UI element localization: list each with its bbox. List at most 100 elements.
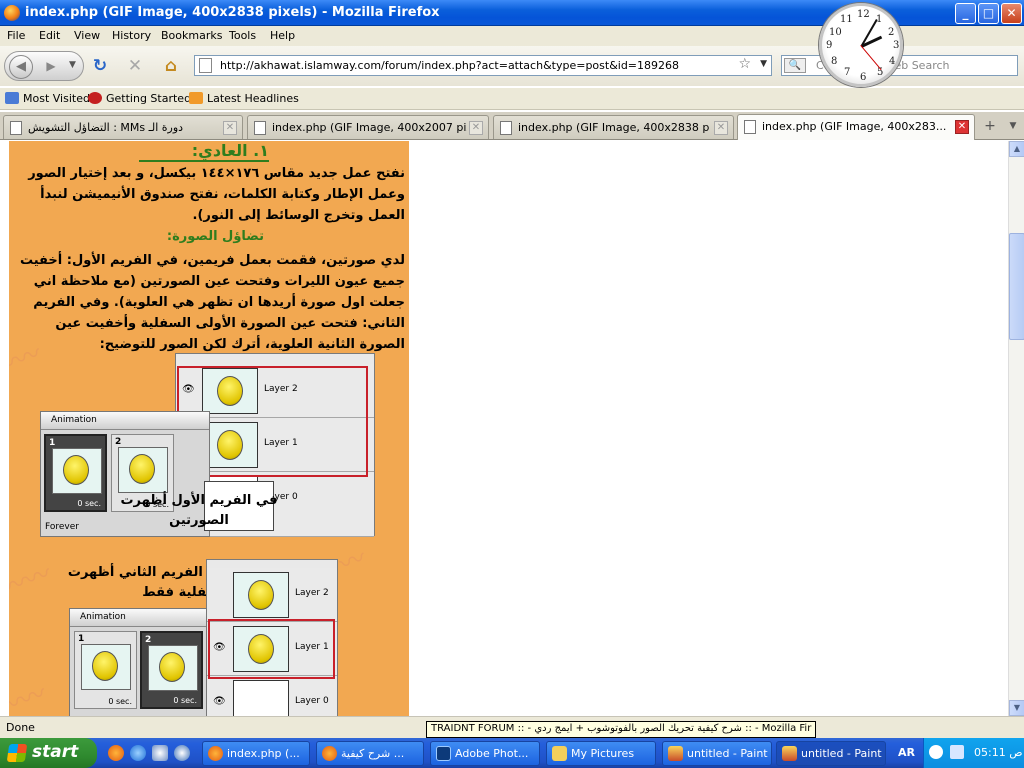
animation-header: Animation bbox=[70, 609, 206, 627]
smiley-image bbox=[129, 454, 155, 484]
taskbar-item-photoshop[interactable]: Adobe Phot... bbox=[430, 741, 540, 766]
menu-view[interactable]: View bbox=[74, 29, 100, 42]
history-dropdown-icon[interactable]: ▼ bbox=[69, 60, 76, 70]
bookmark-getting-started[interactable]: Getting Started bbox=[88, 92, 191, 105]
getting-started-icon bbox=[88, 92, 102, 104]
url-text[interactable]: http://akhawat.islamway.com/forum/index.… bbox=[220, 59, 679, 72]
highlight-box bbox=[208, 619, 335, 679]
frame-thumbnail bbox=[52, 448, 102, 494]
scroll-thumb[interactable] bbox=[1009, 233, 1024, 340]
menu-history[interactable]: History bbox=[112, 29, 151, 42]
bookmark-label: Most Visited bbox=[23, 92, 90, 105]
tray-expand-icon[interactable] bbox=[929, 745, 943, 759]
bookmark-star-icon[interactable]: ☆ bbox=[738, 56, 751, 72]
taskbar-item-label: شرح كيفية ... bbox=[341, 747, 405, 760]
volume-icon[interactable] bbox=[950, 745, 964, 759]
status-text: Done bbox=[6, 721, 35, 734]
bookmark-latest-headlines[interactable]: Latest Headlines bbox=[189, 92, 299, 105]
taskbar-item-paint-1[interactable]: untitled - Paint bbox=[662, 741, 772, 766]
smiley-image bbox=[63, 455, 89, 485]
scroll-down-icon[interactable]: ▼ bbox=[1009, 700, 1024, 716]
back-button[interactable]: ◀ bbox=[9, 55, 33, 79]
tab-1[interactable]: التضاؤل التشويش : MMs دورة الـ ✕ bbox=[3, 115, 243, 139]
photoshop-icon bbox=[436, 746, 451, 761]
smiley-image bbox=[92, 651, 118, 681]
sub-heading: تضاؤل الصورة: bbox=[166, 229, 264, 244]
maximize-button[interactable]: □ bbox=[978, 3, 999, 24]
search-engine-icon[interactable]: 🔍 bbox=[784, 58, 806, 73]
section-heading: ١. العادي: bbox=[139, 141, 269, 162]
animation-label: Animation bbox=[80, 612, 126, 622]
start-label: start bbox=[32, 742, 79, 762]
vertical-scrollbar[interactable]: ▲ ▼ bbox=[1008, 141, 1024, 716]
tab-list-icon[interactable]: ▼ bbox=[1004, 117, 1022, 137]
menu-bookmarks[interactable]: Bookmarks bbox=[161, 29, 222, 42]
tab-close-icon[interactable]: ✕ bbox=[955, 120, 969, 134]
show-desktop-icon[interactable] bbox=[152, 745, 168, 761]
frame-delay: 0 sec. bbox=[77, 499, 101, 508]
smiley-image bbox=[248, 580, 274, 610]
caption-2: في الفريم الثاني أظهرت السفلية فقط bbox=[67, 565, 229, 600]
new-tab-icon[interactable]: + bbox=[980, 117, 1000, 137]
tab-page-icon bbox=[10, 121, 22, 135]
reload-icon[interactable]: ↻ bbox=[89, 55, 111, 77]
bookmark-label: Latest Headlines bbox=[207, 92, 299, 105]
clock-number: 8 bbox=[831, 56, 838, 67]
paint-icon bbox=[668, 746, 683, 761]
taskbar-item-paint-2[interactable]: untitled - Paint bbox=[776, 741, 886, 766]
clock-widget: 12 1 2 3 4 5 6 7 8 9 10 11 bbox=[816, 0, 906, 90]
background-pattern: 〰 bbox=[335, 543, 371, 581]
home-icon[interactable]: ⌂ bbox=[160, 55, 182, 77]
menu-edit[interactable]: Edit bbox=[39, 29, 60, 42]
start-button[interactable]: start bbox=[0, 738, 97, 768]
taskbar-item-firefox-2[interactable]: شرح كيفية ... bbox=[316, 741, 424, 766]
clock-number: 12 bbox=[857, 9, 870, 20]
close-button[interactable]: ✕ bbox=[1001, 3, 1022, 24]
taskbar-item-my-pictures[interactable]: My Pictures bbox=[546, 741, 656, 766]
tab-page-icon bbox=[744, 120, 756, 134]
gif-image: 〰〰 〰〰 〰 〰〰 ١. العادي: نفتح عمل جديد مقاس… bbox=[9, 141, 409, 716]
rss-icon bbox=[189, 92, 203, 104]
layer-thumbnail bbox=[233, 572, 289, 618]
frame-thumbnail bbox=[118, 447, 168, 493]
tab-strip: التضاؤل التشويش : MMs دورة الـ ✕ index.p… bbox=[0, 112, 1024, 140]
frame-number: 2 bbox=[145, 635, 152, 645]
menu-help[interactable]: Help bbox=[270, 29, 295, 42]
tab-3[interactable]: index.php (GIF Image, 400x2838 pix... ✕ bbox=[493, 115, 734, 139]
url-dropdown-icon[interactable]: ▼ bbox=[760, 59, 767, 69]
tab-close-icon[interactable]: ✕ bbox=[469, 121, 483, 135]
firefox-quicklaunch-icon[interactable] bbox=[108, 745, 124, 761]
animation-frame: 2 0 sec. bbox=[140, 631, 203, 709]
back-forward-group: ◀ ▶ ▼ bbox=[4, 51, 84, 81]
ie-quicklaunch-icon[interactable] bbox=[130, 745, 146, 761]
url-bar[interactable]: http://akhawat.islamway.com/forum/index.… bbox=[194, 55, 772, 76]
taskbar-item-firefox-1[interactable]: index.php (... bbox=[202, 741, 310, 766]
intro-paragraph: نفتح عمل جديد مقاس ١٧٦×١٤٤ بيكسل، و بعد … bbox=[28, 166, 405, 223]
language-indicator[interactable]: AR bbox=[898, 746, 915, 759]
system-tray: 05:11 ص bbox=[923, 738, 1024, 768]
menu-tools[interactable]: Tools bbox=[229, 29, 256, 42]
tab-4-active[interactable]: index.php (GIF Image, 400x283... ✕ bbox=[737, 114, 975, 140]
folder-icon bbox=[552, 746, 567, 761]
stop-icon[interactable]: ✕ bbox=[124, 55, 146, 77]
scroll-up-icon[interactable]: ▲ bbox=[1009, 141, 1024, 157]
clock-number: 2 bbox=[888, 27, 895, 38]
minimize-button[interactable]: _ bbox=[955, 3, 976, 24]
firefox-icon[interactable] bbox=[4, 5, 20, 21]
bookmark-most-visited[interactable]: Most Visited bbox=[5, 92, 90, 105]
frame-number: 1 bbox=[49, 438, 56, 448]
smiley-image bbox=[159, 652, 185, 682]
clock-number: 3 bbox=[893, 40, 900, 51]
tab-close-icon[interactable]: ✕ bbox=[714, 121, 728, 135]
clock-time[interactable]: 05:11 ص bbox=[974, 746, 1023, 759]
menu-file[interactable]: File bbox=[7, 29, 25, 42]
tab-2[interactable]: index.php (GIF Image, 400x2007 pix... ✕ bbox=[247, 115, 489, 139]
clock-number: 11 bbox=[840, 14, 853, 25]
forward-button[interactable]: ▶ bbox=[41, 58, 61, 76]
tab-label: index.php (GIF Image, 400x2838 pix... bbox=[518, 121, 710, 134]
windows-logo-icon bbox=[6, 744, 28, 762]
tab-close-icon[interactable]: ✕ bbox=[223, 121, 237, 135]
media-player-icon[interactable] bbox=[174, 745, 190, 761]
animation-frame: 1 0 sec. bbox=[74, 631, 137, 709]
caption-1: في الفريم الأول أظهرت الصورتين bbox=[120, 493, 278, 528]
